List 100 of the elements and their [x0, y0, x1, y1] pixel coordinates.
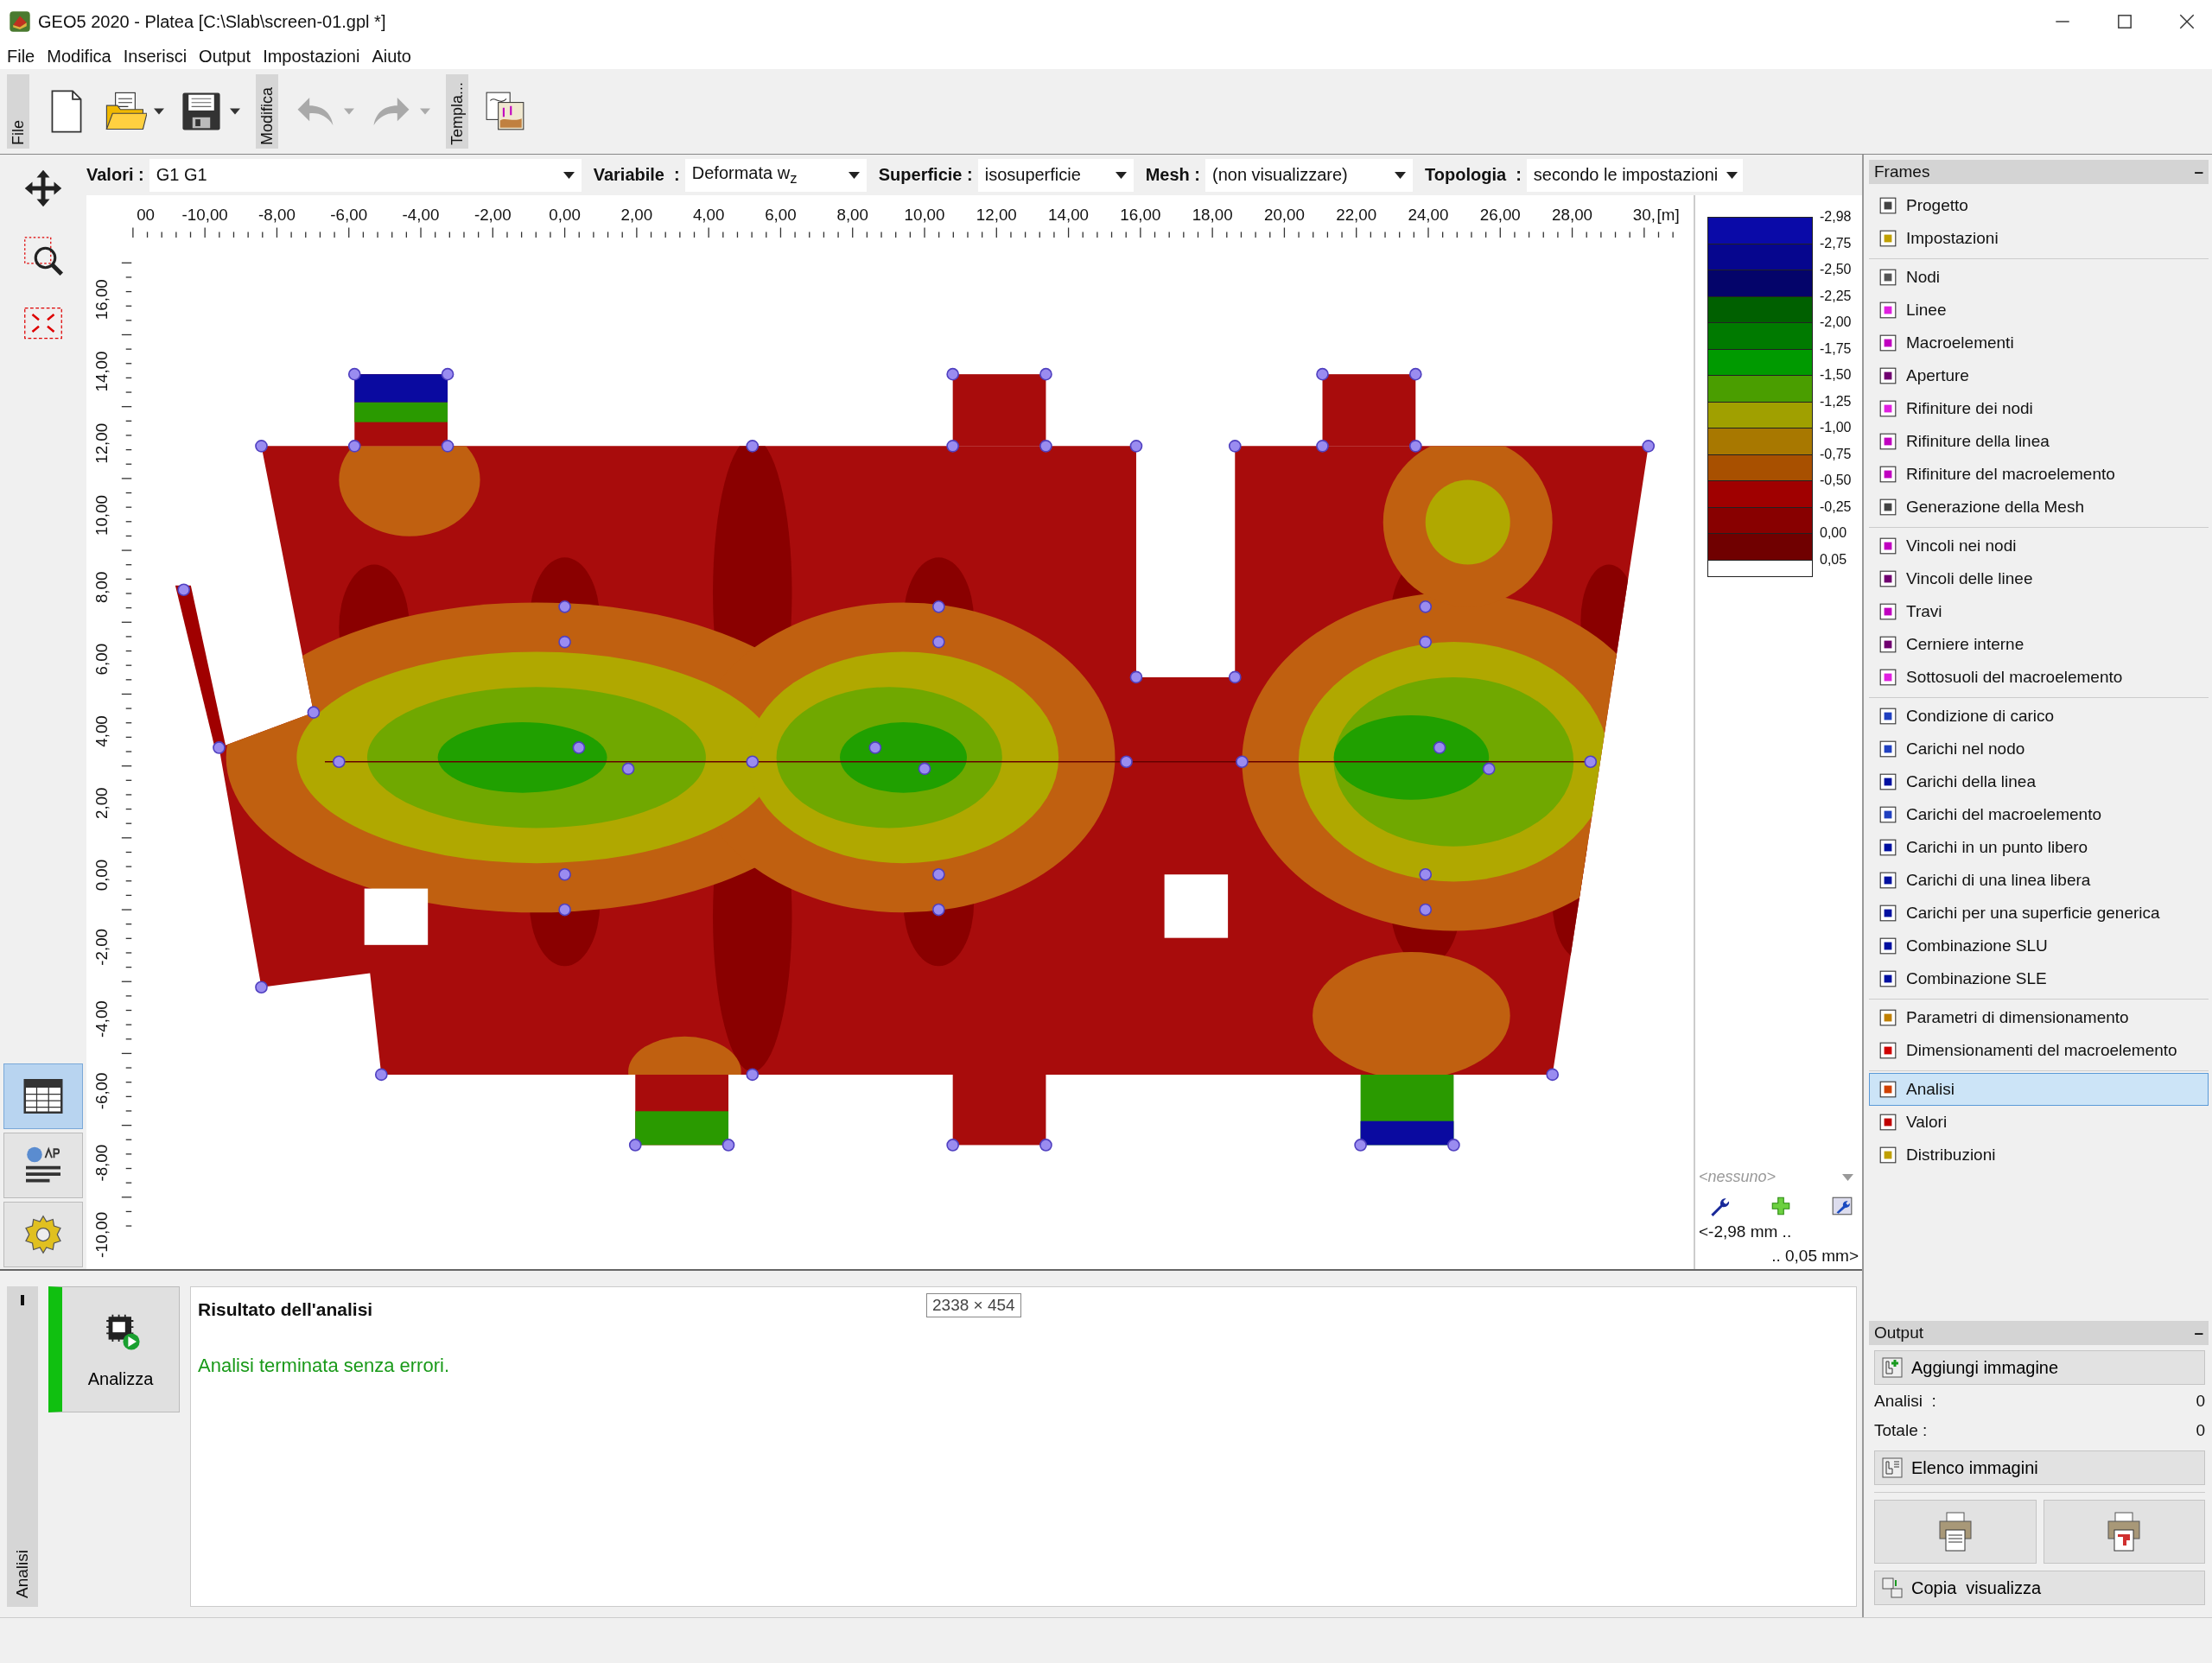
toolbar-tab[interactable]: Modifica	[256, 74, 278, 149]
legend-value: -2,50	[1820, 261, 1852, 278]
frame-item[interactable]: Sottosuoli del macroelemento	[1869, 661, 2209, 694]
result-message: Analisi terminata senza errori.	[198, 1355, 450, 1377]
frame-item[interactable]: Carichi in un punto libero	[1869, 831, 2209, 864]
legend-value: 0,00	[1820, 524, 1848, 542]
frame-item[interactable]: Combinazione SLU	[1869, 930, 2209, 962]
frame-icon	[1878, 536, 1897, 555]
frame-icon	[1878, 838, 1897, 857]
frame-item[interactable]: Carichi di una linea libera	[1869, 864, 2209, 897]
frame-item[interactable]: Valori	[1869, 1106, 2209, 1139]
legend-value: -2,25	[1820, 287, 1852, 305]
frame-item[interactable]: Generazione della Mesh	[1869, 491, 2209, 524]
add-image-button[interactable]: Aggiungi immagine	[1874, 1350, 2205, 1385]
wrench-window-icon[interactable]	[1831, 1195, 1853, 1217]
toolbar-tab[interactable]: File	[7, 74, 29, 149]
ruler-label: -8,00	[258, 206, 296, 225]
frame-item[interactable]: Analisi	[1869, 1073, 2209, 1106]
menu-item[interactable]: Inserisci	[123, 46, 188, 67]
filter-dropdown[interactable]: isosuperficie	[977, 158, 1134, 192]
frame-item[interactable]: Rifiniture dei nodi	[1869, 392, 2209, 425]
frame-item[interactable]: Vincoli nei nodi	[1869, 530, 2209, 562]
legend-value: -0,50	[1820, 472, 1852, 489]
caret-icon[interactable]	[154, 108, 164, 115]
frame-item[interactable]: Dimensionamenti del macroelemento	[1869, 1034, 2209, 1067]
grip-icon[interactable]	[21, 1295, 24, 1305]
frame-item[interactable]: Carichi del macroelemento	[1869, 798, 2209, 831]
frame-item[interactable]: Progetto	[1869, 189, 2209, 222]
filter-dropdown[interactable]: G1 G1	[149, 158, 582, 192]
frame-item[interactable]: Combinazione SLE	[1869, 962, 2209, 995]
filter-label: Variabile :	[593, 165, 680, 185]
zoom-icon[interactable]	[22, 234, 65, 277]
menu-item[interactable]: File	[7, 46, 35, 67]
ruler-label: -8,00	[92, 1144, 111, 1182]
frame-icon	[1878, 871, 1897, 890]
ruler-label: 2,00	[92, 787, 111, 819]
app-logo-icon	[9, 10, 31, 33]
filter-dropdown[interactable]: Deformata w$_{z}$	[684, 158, 867, 192]
menu-item[interactable]: Aiuto	[372, 46, 411, 67]
ruler-label: -4,00	[92, 1000, 111, 1038]
ruler-label: 22,00	[1336, 206, 1377, 225]
frame-item[interactable]: Impostazioni	[1869, 222, 2209, 255]
caret-icon	[1842, 1173, 1853, 1181]
menu-item[interactable]: Output	[199, 46, 251, 67]
frame-item[interactable]: Carichi nel nodo	[1869, 733, 2209, 765]
ruler-label: -6,00	[92, 1072, 111, 1110]
print-button[interactable]	[1874, 1500, 2037, 1564]
frame-icon	[1878, 268, 1897, 287]
frame-icon	[1878, 432, 1897, 451]
stat-label: Totale :	[1874, 1421, 1928, 1441]
frame-item[interactable]: Rifiniture del macroelemento	[1869, 458, 2209, 491]
legend-value: -1,50	[1820, 366, 1852, 384]
print-picture-button[interactable]	[2043, 1500, 2205, 1564]
frame-item[interactable]: Nodi	[1869, 261, 2209, 294]
menu-item[interactable]: Modifica	[47, 46, 111, 67]
filter-dropdown[interactable]: (non visualizzare)	[1205, 158, 1414, 192]
toolbar-tab[interactable]: Templa...	[446, 74, 468, 149]
copy-view-button[interactable]: Copia visualizza	[1874, 1571, 2205, 1605]
frame-item[interactable]: Carichi della linea	[1869, 765, 2209, 798]
close-icon[interactable]	[2177, 12, 2196, 31]
frame-item[interactable]: Rifiniture della linea	[1869, 425, 2209, 458]
ruler-label: 12,00	[976, 206, 1017, 225]
frame-item[interactable]: Cerniere interne	[1869, 628, 2209, 661]
legend-value: -1,75	[1820, 340, 1852, 358]
view-button[interactable]	[3, 1133, 83, 1198]
ruler-label: 16,00	[92, 279, 111, 321]
frame-icon	[1878, 969, 1897, 988]
stat-value: 0	[2196, 1392, 2205, 1412]
legend-value: -1,25	[1820, 392, 1852, 410]
frame-item[interactable]: Aperture	[1869, 359, 2209, 392]
ruler-label: 28,00	[1552, 206, 1593, 225]
frame-icon	[1878, 772, 1897, 791]
frame-item[interactable]: Distribuzioni	[1869, 1139, 2209, 1171]
filter-dropdown[interactable]: secondo le impostazioni	[1526, 158, 1743, 192]
frame-item[interactable]: Vincoli delle linee	[1869, 562, 2209, 595]
frame-item[interactable]: Parametri di dimensionamento	[1869, 1001, 2209, 1034]
menu-item[interactable]: Impostazioni	[263, 46, 360, 67]
panel-header[interactable]: Frames –	[1869, 160, 2209, 184]
ruler-label: 4,00	[692, 206, 725, 225]
caret-icon[interactable]	[230, 108, 240, 115]
frame-item[interactable]: Macroelementi	[1869, 327, 2209, 359]
ruler-label: 10,00	[904, 206, 945, 225]
legend-value: -1,00	[1820, 419, 1852, 436]
legend-value: 0,05	[1820, 550, 1848, 568]
frame-icon	[1878, 366, 1897, 385]
analyze-button[interactable]: Analizza	[48, 1286, 180, 1412]
frame-item[interactable]: Travi	[1869, 595, 2209, 628]
analysis-side-tab[interactable]: Analisi	[7, 1286, 38, 1607]
stat-value: 0	[2196, 1421, 2205, 1441]
ruler-label: -4,00	[402, 206, 440, 225]
frame-item[interactable]: Linee	[1869, 294, 2209, 327]
ruler-label: 0,00	[549, 206, 581, 225]
panel-header[interactable]: Output –	[1869, 1321, 2209, 1345]
view-button[interactable]	[3, 1063, 83, 1129]
maximize-icon[interactable]	[2115, 12, 2134, 31]
frame-item[interactable]: Carichi per una superficie generica	[1869, 897, 2209, 930]
image-list-button[interactable]: Elenco immagini	[1874, 1450, 2205, 1485]
frame-icon	[1878, 936, 1897, 955]
frame-item[interactable]: Condizione di carico	[1869, 700, 2209, 733]
frame-icon	[1878, 668, 1897, 687]
